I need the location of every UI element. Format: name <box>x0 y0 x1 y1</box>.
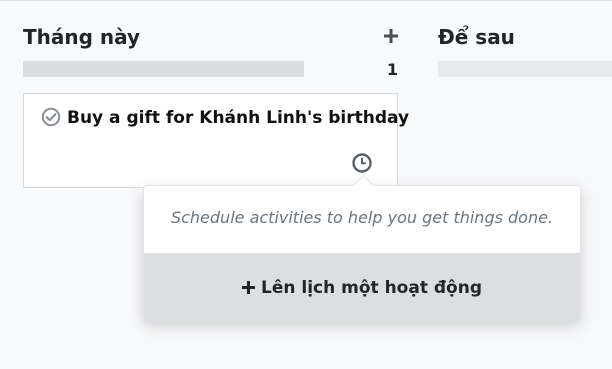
column-title-this-month[interactable]: Tháng này <box>23 25 140 49</box>
check-circle-icon[interactable] <box>41 107 61 127</box>
column-progress-bar[interactable] <box>23 61 304 77</box>
plus-icon <box>384 29 398 43</box>
top-divider <box>0 0 612 3</box>
column-record-count: 1 <box>386 60 398 79</box>
plus-icon <box>242 281 255 294</box>
activity-popover: Schedule activities to help you get thin… <box>143 174 581 322</box>
kanban-card[interactable]: Buy a gift for Khánh Linh's birthday <box>23 93 409 188</box>
schedule-activity-label: Lên lịch một hoạt động <box>261 277 482 298</box>
popover-message: Schedule activities to help you get thin… <box>170 208 554 227</box>
card-title: Buy a gift for Khánh Linh's birthday <box>67 108 410 128</box>
column-progress-bar-later[interactable] <box>438 61 612 77</box>
schedule-activity-button[interactable]: Lên lịch một hoạt động <box>144 253 580 322</box>
clock-icon[interactable] <box>351 152 373 174</box>
column-title-later[interactable]: Để sau <box>438 25 515 49</box>
quick-add-button[interactable] <box>380 24 402 48</box>
